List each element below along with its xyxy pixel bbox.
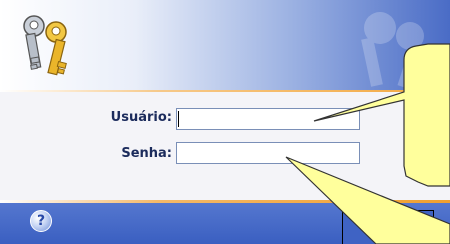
callout-bubble <box>313 43 450 187</box>
callout-overlay <box>285 43 450 244</box>
